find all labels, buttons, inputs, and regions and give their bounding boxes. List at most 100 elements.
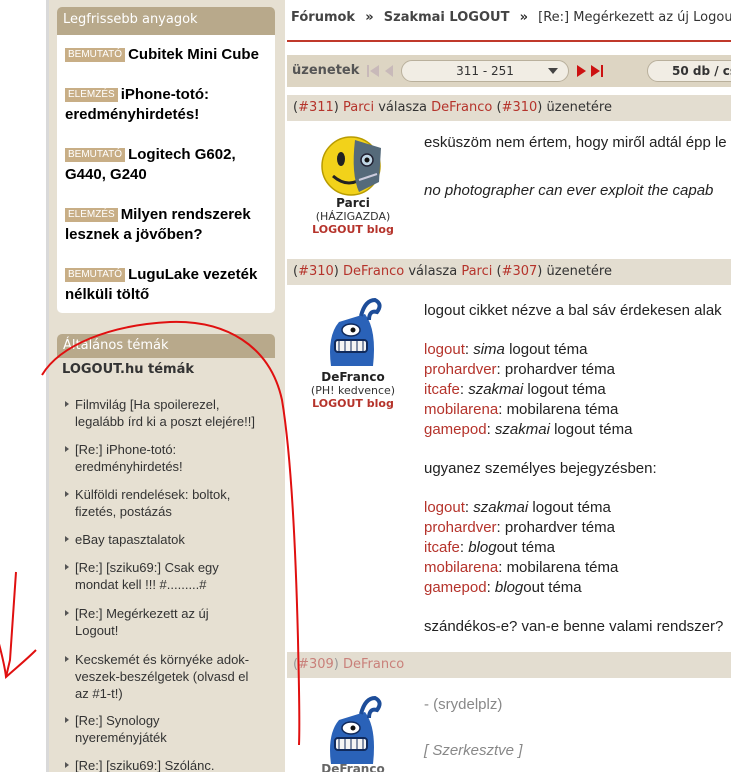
pager-bar: üzenetek 311 - 251 50 db / cs bbox=[287, 55, 731, 87]
article-tag: BEMUTATÓ bbox=[65, 268, 126, 282]
breadcrumb-forums-link[interactable]: Fórumok bbox=[291, 10, 355, 25]
pager-label: üzenetek bbox=[292, 63, 360, 78]
latest-item-title[interactable]: Logitech G602, bbox=[128, 146, 236, 163]
post-text: - (srydelplz) bbox=[424, 696, 503, 713]
topic-link[interactable]: Filmvilág [Ha spoilerezel, legalább írd k… bbox=[65, 396, 270, 430]
author-link[interactable]: DeFranco bbox=[343, 264, 404, 279]
post-list-line: mobilarena: mobilarena téma bbox=[424, 559, 619, 576]
breadcrumb-section-link[interactable]: Szakmai LOGOUT bbox=[384, 10, 510, 25]
bullet-icon bbox=[65, 491, 69, 497]
latest-item-title[interactable]: G440, G240 bbox=[65, 166, 147, 183]
post-list-line: prohardver: prohardver téma bbox=[424, 519, 615, 536]
bullet-icon bbox=[65, 656, 69, 662]
avatar[interactable] bbox=[321, 296, 385, 368]
site-link[interactable]: itcafe bbox=[424, 381, 460, 398]
latest-item[interactable]: BEMUTATÓ Logitech G602, G440, G240 bbox=[65, 145, 275, 185]
post-header: (#309) DeFranco bbox=[287, 652, 731, 678]
site-link[interactable]: itcafe bbox=[424, 539, 460, 556]
page-gutter bbox=[0, 0, 48, 772]
prev-page-icon[interactable] bbox=[384, 65, 396, 77]
reply-target-link[interactable]: DeFranco bbox=[431, 100, 492, 115]
breadcrumb-separator: » bbox=[365, 10, 374, 25]
site-link[interactable]: prohardver bbox=[424, 361, 497, 378]
latest-item-title[interactable]: eredményhirdetés! bbox=[65, 106, 199, 123]
user-rank: (PH! kedvence) bbox=[310, 384, 396, 397]
per-page-value: 50 db / cs bbox=[672, 64, 731, 78]
bullet-icon bbox=[65, 717, 69, 723]
latest-item[interactable]: BEMUTATÓ LuguLake vezeték nélküli töltő bbox=[65, 265, 275, 305]
topic-link[interactable]: [Re:] [sziku69:] Csak egy mondat kell !!!… bbox=[65, 559, 270, 593]
reply-ref-link[interactable]: #307 bbox=[502, 264, 538, 279]
latest-item-title[interactable]: Milyen rendszerek bbox=[121, 206, 251, 223]
username[interactable]: DeFranco bbox=[285, 370, 421, 384]
header-divider bbox=[287, 40, 731, 42]
username[interactable]: Parci bbox=[285, 196, 421, 210]
user-blog-link[interactable]: LOGOUT blog bbox=[285, 223, 421, 236]
topic-link[interactable]: eBay tapasztalatok bbox=[65, 531, 270, 548]
user-blog-link[interactable]: LOGOUT blog bbox=[285, 397, 421, 410]
next-page-icon[interactable] bbox=[575, 65, 587, 77]
site-link[interactable]: gamepod bbox=[424, 421, 487, 438]
post-text: no photographer can ever exploit the cap… bbox=[424, 182, 714, 199]
bullet-icon bbox=[65, 536, 69, 542]
page-range-value: 311 - 251 bbox=[456, 64, 514, 78]
post-text: esküszöm nem értem, hogy miről adtál épp… bbox=[424, 134, 727, 151]
latest-item[interactable]: ELEMZÉS Milyen rendszerek lesznek a jövőb… bbox=[65, 205, 275, 245]
latest-item-title[interactable]: iPhone-totó: bbox=[121, 86, 209, 103]
author-link[interactable]: DeFranco bbox=[343, 657, 404, 672]
topic-link[interactable]: [Re:] Megérkezett az új Logout! bbox=[65, 605, 270, 639]
post-list-line: itcafe: blogout téma bbox=[424, 539, 555, 556]
page-range-select[interactable]: 311 - 251 bbox=[401, 60, 569, 82]
post-list-line: itcafe: szakmai logout téma bbox=[424, 381, 606, 398]
bullet-icon bbox=[65, 762, 69, 768]
per-page-select[interactable]: 50 db / cs bbox=[647, 60, 731, 82]
post-list-line: prohardver: prohardver téma bbox=[424, 361, 615, 378]
edited-note: [ Szerkesztve ] bbox=[424, 742, 523, 759]
latest-item-title[interactable]: LuguLake vezeték bbox=[128, 266, 257, 283]
post-tail: üzenetére bbox=[546, 100, 612, 115]
author-link[interactable]: Parci bbox=[343, 100, 374, 115]
topic-link[interactable]: [Re:] Synology nyereményjáték bbox=[65, 712, 270, 746]
breadcrumb: Fórumok » Szakmai LOGOUT » [Re:] Megérke… bbox=[291, 10, 731, 25]
post-user-info: DeFranco (PH! kedvence) LOGOUT blog bbox=[285, 370, 421, 410]
article-tag: ELEMZÉS bbox=[65, 88, 118, 102]
topics-box-title: Általános témák bbox=[57, 334, 275, 358]
article-tag: BEMUTATÓ bbox=[65, 148, 126, 162]
latest-item-title[interactable]: Cubitek Mini Cube bbox=[128, 46, 259, 63]
username[interactable]: DeFranco bbox=[285, 762, 421, 772]
post-list-line: logout: sima logout téma bbox=[424, 341, 588, 358]
latest-item-title[interactable]: lesznek a jövőben? bbox=[65, 226, 203, 243]
latest-box-title: Legfrissebb anyagok bbox=[57, 7, 275, 35]
post-verb: válasza bbox=[378, 100, 428, 115]
topic-link[interactable]: [Re:] [sziku69:] Szólánc. bbox=[65, 757, 270, 772]
post-list-line: gamepod: blogout téma bbox=[424, 579, 582, 596]
latest-item[interactable]: ELEMZÉS iPhone-totó: eredményhirdetés! bbox=[65, 85, 275, 125]
post-user-info: Parci (HÁZIGAZDA) LOGOUT blog bbox=[285, 196, 421, 236]
post-number-link[interactable]: #310 bbox=[298, 264, 334, 279]
post-number-link[interactable]: #309 bbox=[298, 657, 334, 672]
latest-item[interactable]: BEMUTATÓ Cubitek Mini Cube bbox=[65, 45, 275, 65]
site-link[interactable]: gamepod bbox=[424, 579, 487, 596]
site-link[interactable]: logout bbox=[424, 499, 465, 516]
post-text: ugyanez személyes bejegyzésben: bbox=[424, 460, 657, 477]
latest-item-title[interactable]: nélküli töltő bbox=[65, 286, 149, 303]
post-list-line: logout: szakmai logout téma bbox=[424, 499, 611, 516]
avatar[interactable] bbox=[321, 134, 385, 198]
topic-link[interactable]: [Re:] iPhone-totó: eredményhirdetés! bbox=[65, 441, 270, 475]
avatar[interactable] bbox=[321, 694, 385, 766]
topics-subtitle[interactable]: LOGOUT.hu témák bbox=[62, 362, 194, 377]
bullet-icon bbox=[65, 446, 69, 452]
site-link[interactable]: prohardver bbox=[424, 519, 497, 536]
last-page-icon[interactable] bbox=[591, 65, 603, 77]
reply-ref-link[interactable]: #310 bbox=[502, 100, 538, 115]
post-number-link[interactable]: #311 bbox=[298, 100, 334, 115]
post-list-line: gamepod: szakmai logout téma bbox=[424, 421, 633, 438]
reply-target-link[interactable]: Parci bbox=[461, 264, 492, 279]
first-page-icon[interactable] bbox=[367, 65, 379, 77]
topic-link[interactable]: Kecskemét és környéke adok-veszek-beszél… bbox=[65, 651, 270, 702]
site-link[interactable]: mobilarena bbox=[424, 559, 498, 576]
topic-link[interactable]: Külföldi rendelések: boltok, fizetés, pos… bbox=[65, 486, 270, 520]
site-link[interactable]: mobilarena bbox=[424, 401, 498, 418]
site-link[interactable]: logout bbox=[424, 341, 465, 358]
breadcrumb-thread-title: [Re:] Megérkezett az új Logout! bbox=[538, 10, 731, 25]
